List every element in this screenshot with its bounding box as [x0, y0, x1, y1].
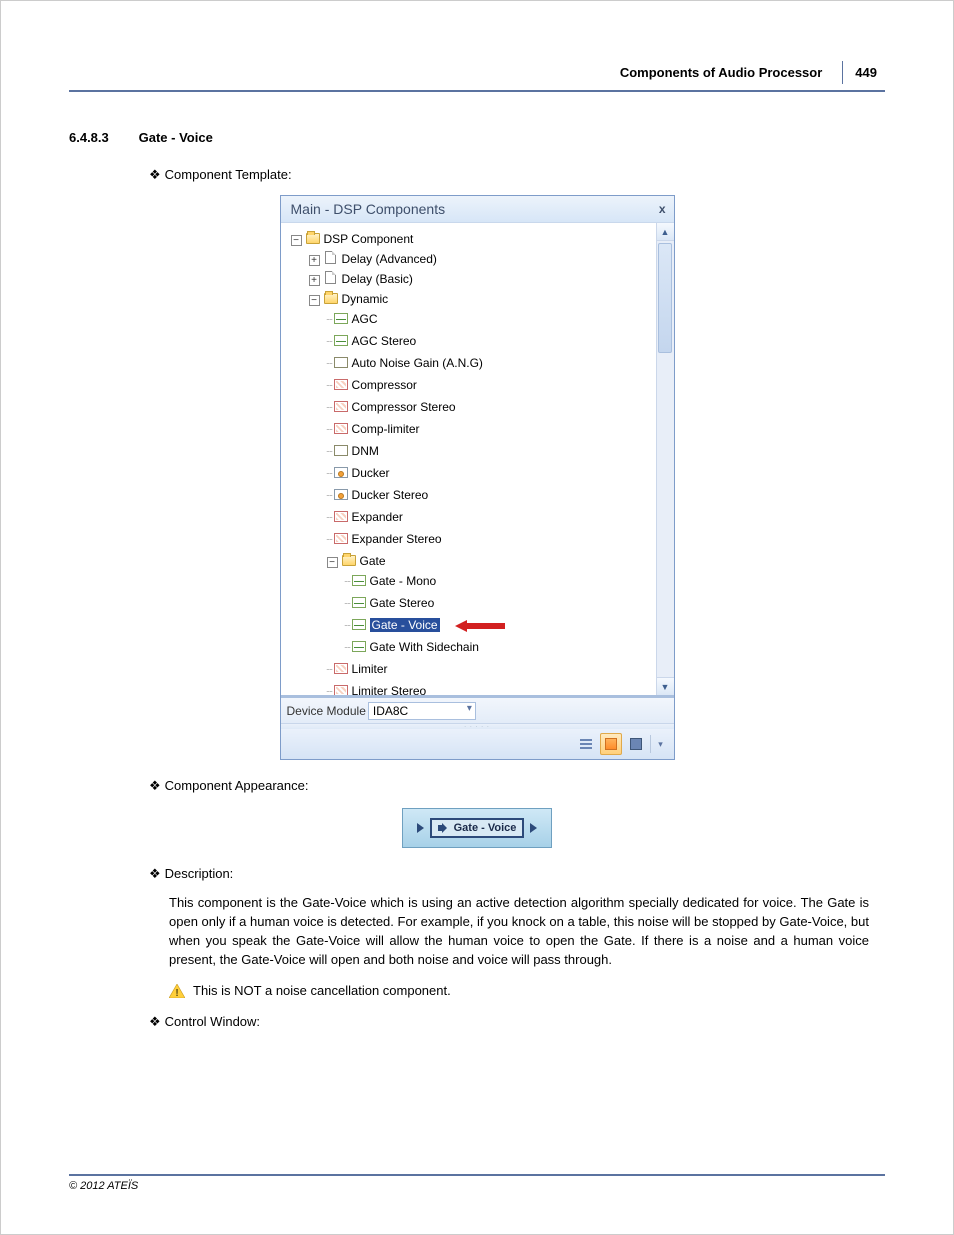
tree-label: AGC [352, 312, 378, 326]
port-in-icon [417, 823, 424, 833]
dsp-components-panel: Main - DSP Components x −DSP Component +… [280, 195, 675, 760]
diamond-icon: ❖ [149, 167, 161, 182]
diamond-icon: ❖ [149, 866, 161, 881]
toolbar-list-view-button[interactable] [575, 733, 597, 755]
tree-label: Compressor [352, 378, 417, 392]
copyright-text: © 2012 ATEÏS [69, 1180, 138, 1192]
bullet-template-label: Component Template: [165, 167, 292, 182]
tree-label: DNM [352, 444, 379, 458]
section-number: 6.4.8.3 [69, 130, 135, 145]
page-footer: © 2012 ATEÏS [69, 1174, 885, 1192]
tree-node-agc[interactable]: ┈AGC [287, 309, 652, 331]
tree-node-compressor-stereo[interactable]: ┈Compressor Stereo [287, 397, 652, 419]
component-chip: Gate - Voice [430, 818, 525, 838]
scrollbar[interactable]: ▲ ▼ [656, 223, 674, 695]
device-module-dropdown[interactable]: IDA8C [368, 702, 476, 720]
bullet-description: ❖ Description: [149, 866, 885, 882]
tree-node-gate-group[interactable]: −Gate [287, 551, 652, 571]
arrow-pointer-icon [455, 619, 505, 633]
tree-body: −DSP Component +Delay (Advanced) +Delay … [281, 223, 674, 695]
tree-label: Gate With Sidechain [370, 640, 479, 654]
warning-text: This is NOT a noise cancellation compone… [193, 983, 451, 998]
chip-label: Gate - Voice [454, 822, 517, 834]
diamond-icon: ❖ [149, 778, 161, 793]
panel-titlebar: Main - DSP Components x [281, 196, 674, 223]
bullet-control-label: Control Window: [165, 1014, 260, 1029]
tree-node-root[interactable]: −DSP Component [287, 229, 652, 249]
tree-node-gate-mono[interactable]: ┈Gate - Mono [287, 571, 652, 593]
page-number: 449 [842, 61, 889, 84]
close-icon[interactable]: x [659, 202, 666, 216]
panel-toolbar: ▾ [281, 729, 674, 759]
component-appearance-block: Gate - Voice [402, 808, 552, 848]
tree-node-expander-stereo[interactable]: ┈Expander Stereo [287, 529, 652, 551]
tree-node-limiter-stereo[interactable]: ┈Limiter Stereo [287, 681, 652, 695]
tree-node-ang[interactable]: ┈Auto Noise Gain (A.N.G) [287, 353, 652, 375]
tree-label: Auto Noise Gain (A.N.G) [352, 356, 483, 370]
tree-label: Compressor Stereo [352, 400, 456, 414]
bullet-appearance: ❖ Component Appearance: [149, 778, 885, 794]
tree-label: Ducker [352, 466, 390, 480]
tree-label-selected: Gate - Voice [370, 618, 440, 632]
tree-node-dnm[interactable]: ┈DNM [287, 441, 652, 463]
tree-content: −DSP Component +Delay (Advanced) +Delay … [281, 223, 656, 695]
tree-label: Gate - Mono [370, 574, 437, 588]
tree-node-agc-stereo[interactable]: ┈AGC Stereo [287, 331, 652, 353]
tree-node-compressor[interactable]: ┈Compressor [287, 375, 652, 397]
toolbar-dropdown-icon[interactable]: ▾ [654, 733, 668, 755]
scroll-down-icon[interactable]: ▼ [657, 677, 674, 695]
tree-label: Gate [360, 554, 386, 568]
document-page: Components of Audio Processor 449 6.4.8.… [0, 0, 954, 1235]
warning-line: ! This is NOT a noise cancellation compo… [169, 983, 885, 998]
tree-label: Expander Stereo [352, 532, 442, 546]
section-title: Gate - Voice [139, 130, 213, 145]
tree-label: Gate Stereo [370, 596, 435, 610]
header-title: Components of Audio Processor [620, 65, 822, 80]
tree-label: Dynamic [342, 292, 389, 306]
section-heading: 6.4.8.3 Gate - Voice [69, 130, 885, 145]
scroll-up-icon[interactable]: ▲ [657, 223, 674, 241]
tree-label: Limiter [352, 662, 388, 676]
toolbar-detail-button[interactable] [625, 733, 647, 755]
bullet-description-label: Description: [165, 866, 234, 881]
tree-node-delay-adv[interactable]: +Delay (Advanced) [287, 249, 652, 269]
toolbar-grid-view-button[interactable] [600, 733, 622, 755]
svg-text:!: ! [175, 988, 178, 998]
scroll-thumb[interactable] [658, 243, 672, 353]
panel-footer: Device Module IDA8C [281, 695, 674, 723]
tree-node-ducker[interactable]: ┈Ducker [287, 463, 652, 485]
speaker-icon [438, 823, 450, 833]
bullet-control: ❖ Control Window: [149, 1014, 885, 1030]
panel-title: Main - DSP Components [291, 201, 446, 217]
tree-node-ducker-stereo[interactable]: ┈Ducker Stereo [287, 485, 652, 507]
tree-label: Delay (Advanced) [342, 252, 437, 266]
tree-label: Delay (Basic) [342, 272, 413, 286]
tree-node-gate-stereo[interactable]: ┈Gate Stereo [287, 593, 652, 615]
tree-node-comp-limiter[interactable]: ┈Comp-limiter [287, 419, 652, 441]
port-out-icon [530, 823, 537, 833]
tree-node-delay-basic[interactable]: +Delay (Basic) [287, 269, 652, 289]
bullet-template: ❖ Component Template: [149, 167, 885, 183]
tree-node-limiter[interactable]: ┈Limiter [287, 659, 652, 681]
tree-node-dynamic[interactable]: −Dynamic [287, 289, 652, 309]
description-paragraph: This component is the Gate-Voice which i… [169, 894, 869, 969]
page-header: Components of Audio Processor 449 [69, 61, 885, 92]
tree-node-gate-sidechain[interactable]: ┈Gate With Sidechain [287, 637, 652, 659]
bullet-appearance-label: Component Appearance: [165, 778, 309, 793]
tree-label: Ducker Stereo [352, 488, 429, 502]
tree-node-expander[interactable]: ┈Expander [287, 507, 652, 529]
tree-label: Limiter Stereo [352, 684, 427, 695]
diamond-icon: ❖ [149, 1014, 161, 1029]
tree-label: AGC Stereo [352, 334, 417, 348]
tree-label: Comp-limiter [352, 422, 420, 436]
warning-icon: ! [169, 984, 185, 998]
device-module-label: Device Module [287, 704, 366, 718]
tree-label: Expander [352, 510, 403, 524]
tree-label: DSP Component [324, 232, 414, 246]
tree-node-gate-voice[interactable]: ┈Gate - Voice [287, 615, 652, 637]
